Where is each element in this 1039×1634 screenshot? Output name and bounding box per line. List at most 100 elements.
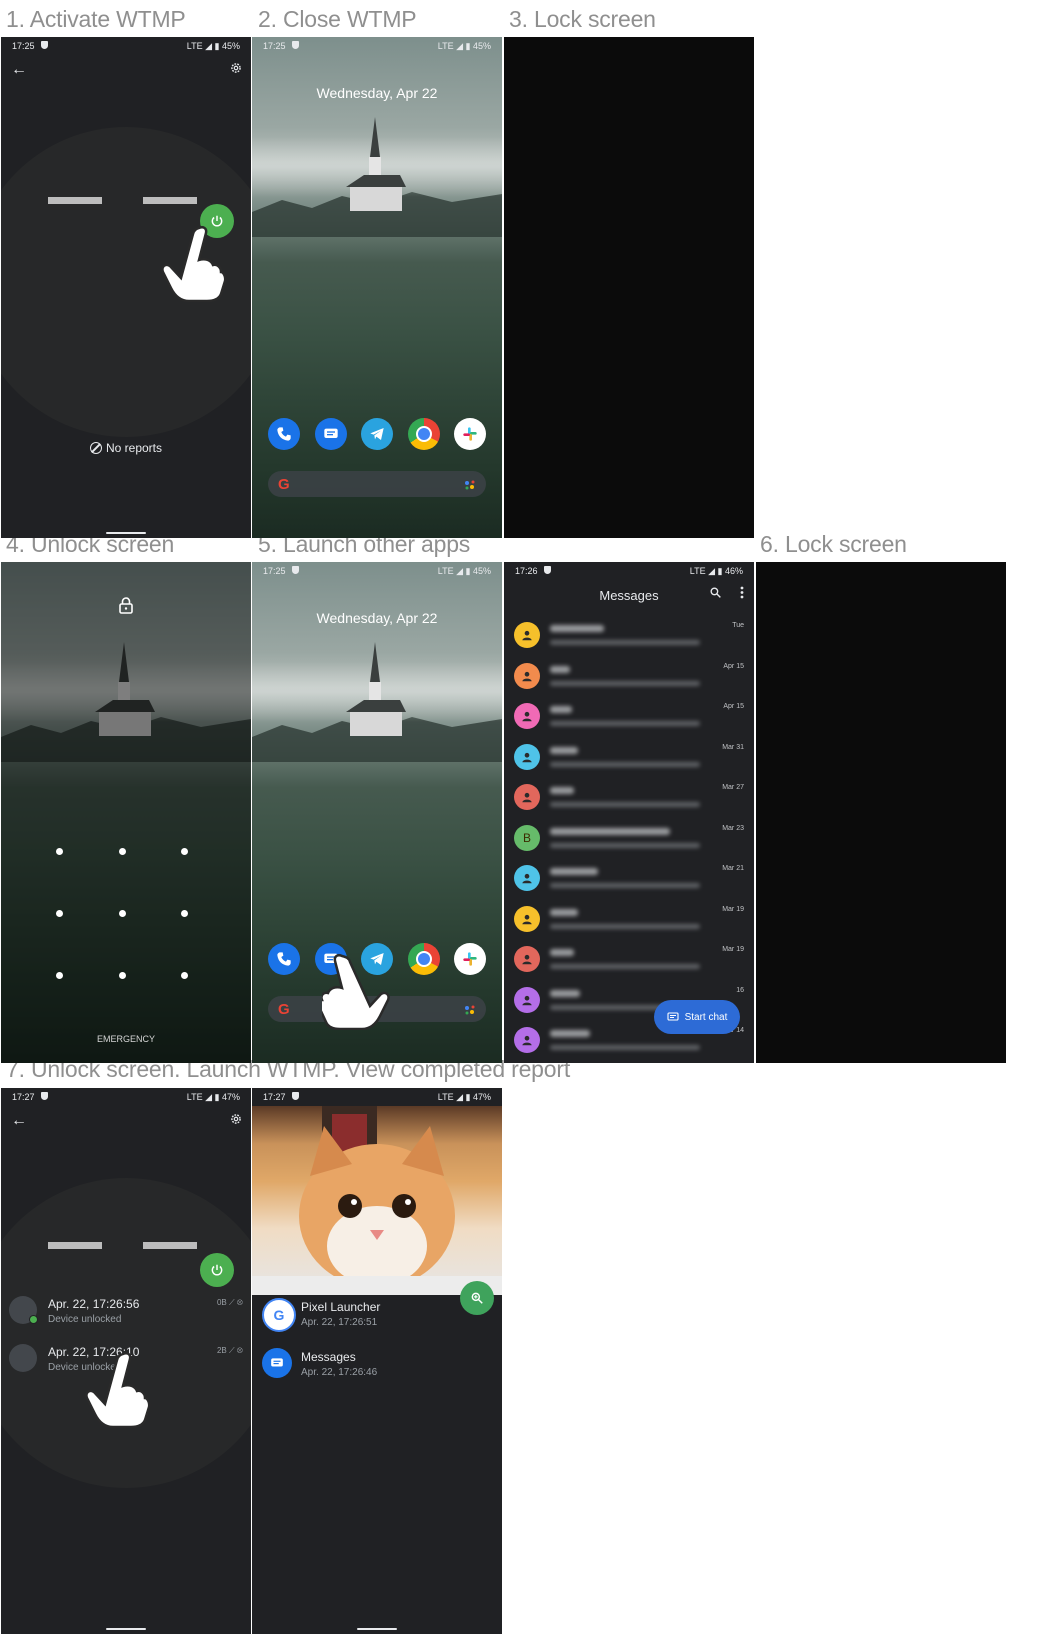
shield-icon bbox=[292, 566, 299, 574]
intruder-photo bbox=[252, 1106, 502, 1295]
status-bar: 17:26 LTE ◢ ▮ 46% bbox=[504, 562, 754, 580]
phone-app-icon[interactable] bbox=[268, 943, 300, 975]
app-usage-row[interactable]: Messages Apr. 22, 17:26:46 bbox=[252, 1342, 502, 1392]
conversation-row[interactable]: Mar 21 bbox=[504, 859, 754, 901]
blurred-message-preview bbox=[550, 923, 700, 929]
status-time: 17:25 bbox=[263, 566, 286, 576]
cat-photo-illustration bbox=[252, 1106, 502, 1295]
gesture-bar[interactable] bbox=[106, 532, 146, 534]
google-g-icon: G bbox=[278, 476, 290, 493]
google-search-bar[interactable]: G bbox=[268, 471, 486, 497]
pattern-dot[interactable] bbox=[119, 972, 126, 979]
pattern-dot[interactable] bbox=[56, 910, 63, 917]
conversation-date: Tue bbox=[732, 622, 744, 629]
pattern-dot[interactable] bbox=[56, 848, 63, 855]
gesture-bar[interactable] bbox=[106, 1628, 146, 1630]
report-subtitle: Device unlocked bbox=[48, 1314, 122, 1325]
no-reports-label: No reports bbox=[1, 441, 251, 455]
phone-unlock-screen: EMERGENCY bbox=[1, 562, 251, 1063]
status-indicators: LTE ◢ ▮ 45% bbox=[437, 41, 491, 51]
conversation-row[interactable]: Apr 15 bbox=[504, 657, 754, 699]
report-row[interactable]: Apr. 22, 17:26:56 Device unlocked 0B ⟋ ⊗ bbox=[1, 1290, 251, 1332]
power-icon bbox=[211, 1264, 223, 1276]
google-g-icon: G bbox=[278, 1001, 290, 1018]
more-vert-icon[interactable] bbox=[740, 586, 744, 599]
slack-app-icon[interactable] bbox=[454, 943, 486, 975]
conversation-row[interactable]: Mar 19 bbox=[504, 940, 754, 982]
status-time: 17:25 bbox=[12, 41, 35, 51]
conversation-row[interactable]: B Mar 23 bbox=[504, 819, 754, 861]
blurred-contact-name bbox=[550, 827, 670, 835]
assistant-icon[interactable] bbox=[464, 1005, 476, 1015]
gear-icon[interactable] bbox=[229, 61, 243, 75]
conversation-row[interactable]: Mar 19 bbox=[504, 900, 754, 942]
app-time: Apr. 22, 17:26:46 bbox=[301, 1367, 378, 1378]
person-avatar-icon bbox=[514, 743, 540, 770]
emergency-button[interactable]: EMERGENCY bbox=[1, 1034, 251, 1044]
phone-messages-app: 17:26 LTE ◢ ▮ 46% Messages Tue Apr 15 Apr … bbox=[504, 562, 754, 1063]
conversation-row[interactable]: Mar 27 bbox=[504, 778, 754, 820]
start-chat-button[interactable]: Start chat bbox=[654, 1000, 740, 1034]
conversation-date: Apr 15 bbox=[723, 703, 744, 710]
google-g-icon: G bbox=[262, 1298, 296, 1332]
back-arrow-icon[interactable]: ← bbox=[11, 1112, 27, 1130]
messages-icon bbox=[262, 1348, 292, 1378]
status-bar: 17:27 LTE ◢ ▮ 47% bbox=[252, 1088, 502, 1106]
status-time: 17:27 bbox=[12, 1092, 35, 1102]
person-avatar-icon bbox=[514, 986, 540, 1013]
pattern-dot[interactable] bbox=[119, 910, 126, 917]
slack-app-icon[interactable] bbox=[454, 418, 486, 450]
app-dock bbox=[268, 418, 486, 452]
pattern-dot[interactable] bbox=[181, 848, 188, 855]
home-date[interactable]: Wednesday, Apr 22 bbox=[252, 610, 502, 626]
person-avatar-icon bbox=[514, 865, 540, 891]
status-bar: 17:25 LTE ◢ ▮ 45% bbox=[252, 37, 502, 55]
conversation-row[interactable]: Mar 31 bbox=[504, 738, 754, 780]
chrome-app-icon[interactable] bbox=[407, 943, 440, 975]
pattern-dot[interactable] bbox=[119, 848, 126, 855]
conversation-row[interactable]: Tue bbox=[504, 616, 754, 658]
pattern-dot[interactable] bbox=[181, 972, 188, 979]
app-time: Apr. 22, 17:26:51 bbox=[301, 1317, 378, 1328]
timer-dash-left bbox=[48, 1242, 102, 1249]
caption-step-2: 2. Close WTMP bbox=[258, 6, 417, 32]
phone-wtmp-reports: 17:27 LTE ◢ ▮ 47% ← Apr. 22, 17:26:56 De… bbox=[1, 1088, 251, 1634]
person-avatar-icon bbox=[514, 662, 540, 689]
status-time: 17:27 bbox=[263, 1092, 286, 1102]
app-usage-row[interactable]: G Pixel Launcher Apr. 22, 17:26:51 bbox=[252, 1292, 502, 1342]
home-date[interactable]: Wednesday, Apr 22 bbox=[252, 85, 502, 101]
app-name: Messages bbox=[301, 1350, 356, 1364]
church-illustration bbox=[346, 642, 406, 736]
assistant-icon[interactable] bbox=[464, 480, 476, 490]
telegram-app-icon[interactable] bbox=[361, 418, 393, 450]
status-bar: 17:25 LTE ◢ ▮ 45% bbox=[1, 37, 251, 55]
shield-icon bbox=[544, 566, 551, 574]
back-arrow-icon[interactable]: ← bbox=[11, 61, 27, 79]
blurred-message-preview bbox=[550, 640, 700, 645]
chrome-app-icon[interactable] bbox=[407, 418, 440, 450]
blurred-message-preview bbox=[550, 721, 700, 726]
conversation-date: Mar 21 bbox=[722, 865, 744, 872]
caption-step-6: 6. Lock screen bbox=[760, 531, 907, 557]
blurred-message-preview bbox=[550, 842, 700, 848]
search-icon[interactable] bbox=[709, 586, 722, 599]
blocked-icon bbox=[89, 442, 102, 454]
phone-home-screen: 17:25 LTE ◢ ▮ 45% Wednesday, Apr 22 G bbox=[252, 37, 502, 538]
phone-app-icon[interactable] bbox=[268, 418, 300, 450]
conversation-date: Mar 19 bbox=[722, 905, 744, 913]
chat-icon bbox=[667, 1012, 679, 1021]
conversation-row[interactable]: Apr 15 bbox=[504, 697, 754, 739]
phone-home-launch: 17:25 LTE ◢ ▮ 45% Wednesday, Apr 22 G bbox=[252, 562, 502, 1063]
gear-icon[interactable] bbox=[229, 1112, 243, 1126]
pattern-dot[interactable] bbox=[56, 972, 63, 979]
blurred-contact-name bbox=[550, 1030, 590, 1037]
person-avatar-icon bbox=[514, 946, 540, 972]
church-illustration bbox=[346, 117, 406, 211]
pattern-dot[interactable] bbox=[181, 910, 188, 917]
messages-app-icon[interactable] bbox=[314, 418, 347, 450]
start-chat-label: Start chat bbox=[684, 1011, 728, 1023]
power-button[interactable] bbox=[200, 1253, 234, 1287]
person-avatar-icon bbox=[514, 905, 540, 932]
gesture-bar[interactable] bbox=[357, 1628, 397, 1630]
tap-hand-icon bbox=[322, 953, 390, 1030]
